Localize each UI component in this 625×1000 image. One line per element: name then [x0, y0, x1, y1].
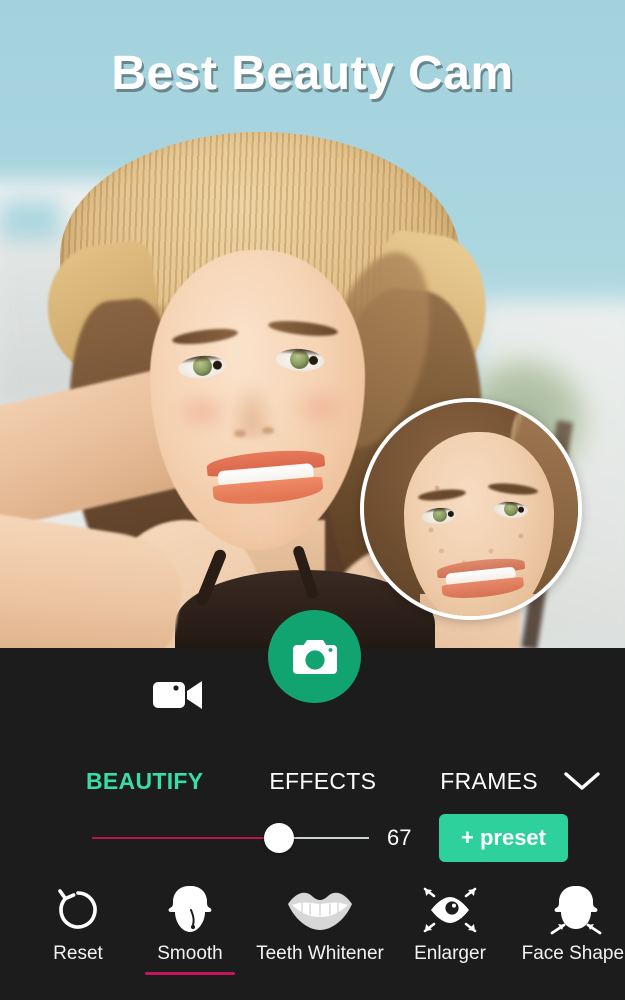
camera-icon [292, 639, 337, 674]
model-pupil-left [212, 360, 223, 371]
page-title-text: Best Beauty Cam [111, 47, 514, 100]
model-cheek-left [172, 390, 232, 434]
tool-smooth[interactable]: Smooth [134, 883, 246, 975]
tab-effects[interactable]: EFFECTS [269, 768, 376, 795]
face-smooth-icon [168, 886, 212, 932]
add-preset-button[interactable]: + preset [439, 814, 568, 862]
tool-smooth-label: Smooth [157, 943, 223, 964]
before-preview-content [364, 402, 578, 616]
page-title: Best Beauty Cam [0, 46, 625, 101]
eye-enlarge-icon [423, 887, 477, 933]
tool-enlarger-icon-wrap [421, 883, 479, 937]
tool-face-shaper[interactable]: Face Shaper [506, 883, 625, 975]
model-cheek-right [288, 385, 350, 431]
chevron-down-icon [564, 772, 600, 790]
before-preview-pupil-left [447, 510, 455, 518]
shutter-button[interactable] [268, 610, 361, 703]
tool-teeth-icon-wrap [286, 883, 354, 937]
editor-tabs: BEAUTIFY EFFECTS FRAMES [0, 753, 625, 809]
tool-shaper-label: Face Shaper [521, 943, 625, 964]
slider-thumb[interactable] [264, 823, 294, 853]
tool-reset-icon-wrap [55, 883, 101, 937]
before-preview-circle[interactable] [360, 398, 582, 620]
intensity-slider-row: 67 + preset [0, 809, 625, 867]
expand-panel-button[interactable] [563, 770, 601, 792]
model-chin [215, 505, 305, 550]
tool-teeth-whitener[interactable]: Teeth Whitener [246, 883, 394, 975]
face-shaper-icon [550, 886, 602, 935]
tool-smooth-underline [145, 972, 235, 975]
undo-circle-icon [58, 889, 97, 929]
model-pupil-right [308, 355, 319, 366]
tool-reset[interactable]: Reset [22, 883, 134, 975]
model-mouth [205, 446, 328, 509]
before-preview-pupil-right [517, 506, 525, 513]
editor-control-panel: BEAUTIFY EFFECTS FRAMES 67 + preset Rese… [0, 610, 625, 1000]
camera-preview-stage[interactable]: Best Beauty Cam [0, 0, 625, 649]
model-nostril-left [234, 430, 246, 437]
tab-frames[interactable]: FRAMES [440, 768, 538, 795]
tool-teeth-label: Teeth Whitener [256, 943, 384, 964]
beautify-tools-strip[interactable]: Reset Smooth Teeth Whitener Enlarger Fac… [0, 867, 625, 975]
slider-value-label: 67 [387, 825, 412, 850]
tool-enlarger[interactable]: Enlarger [394, 883, 506, 975]
intensity-slider[interactable] [92, 823, 369, 853]
lips-teeth-icon [288, 892, 352, 930]
tool-enlarger-label: Enlarger [414, 943, 486, 964]
tool-smooth-icon-wrap [165, 883, 215, 937]
tool-shaper-icon-wrap [550, 883, 602, 937]
tool-reset-label: Reset [53, 943, 103, 964]
background-water-patch [0, 200, 60, 240]
capture-controls-row [0, 610, 625, 753]
tab-beautify[interactable]: BEAUTIFY [86, 768, 203, 795]
video-camera-icon [152, 681, 202, 709]
beauty-cam-app: Best Beauty Cam BEAUTIFY EFFECTS FRAMES … [0, 0, 625, 1000]
model-nostril-right [262, 427, 274, 434]
video-record-button[interactable] [150, 674, 205, 716]
slider-track-fill [92, 837, 278, 839]
